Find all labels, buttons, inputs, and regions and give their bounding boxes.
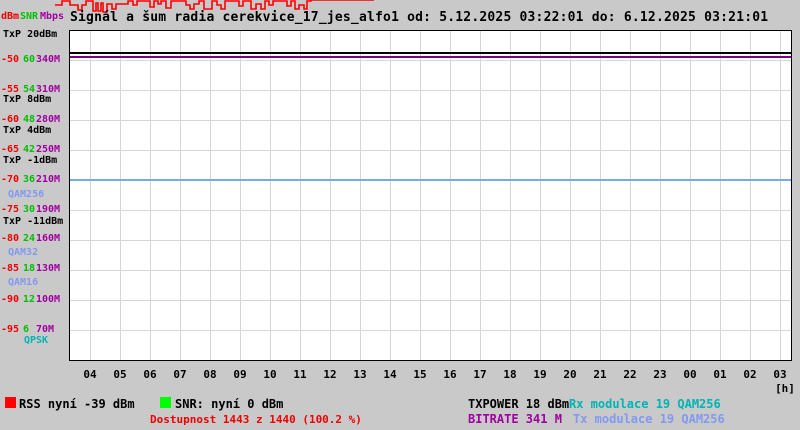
snr-legend-swatch (160, 397, 171, 408)
x-tick-hour: 11 (287, 369, 313, 380)
rss-legend-label: RSS nyní -39 dBm (19, 398, 135, 410)
x-tick-hour: 02 (737, 369, 763, 380)
x-tick-hour: 03 (767, 369, 793, 380)
x-tick-hour: 04 (77, 369, 103, 380)
x-tick-hour: 16 (437, 369, 463, 380)
x-tick-hour: 10 (257, 369, 283, 380)
x-tick-hour: 20 (557, 369, 583, 380)
tx-modulation-legend-label: Tx modulace 19 QAM256 (573, 413, 725, 425)
bitrate-legend-label: BITRATE 341 M (468, 413, 562, 425)
rx-modulation-legend-label: Rx modulace 19 QAM256 (569, 398, 721, 410)
x-tick-hour: 01 (707, 369, 733, 380)
x-tick-hour: 18 (497, 369, 523, 380)
x-tick-hour: 06 (137, 369, 163, 380)
x-tick-hour: 23 (647, 369, 673, 380)
x-tick-hour: 21 (587, 369, 613, 380)
x-tick-hour: 17 (467, 369, 493, 380)
txpower-legend-label: TXPOWER 18 dBm (468, 398, 569, 410)
x-axis-hour-unit: [h] (772, 383, 798, 394)
x-axis: 04 05 06 07 08 09 10 11 12 13 14 15 16 17 18 19 20 21 22 23… (0, 0, 800, 430)
x-tick-hour: 14 (377, 369, 403, 380)
x-tick-hour: 12 (317, 369, 343, 380)
x-tick-hour: 08 (197, 369, 223, 380)
x-tick-hour: 13 (347, 369, 373, 380)
monitoring-graph-screen: dBm SNR Mbps Signál a šum radia cerekvic… (0, 0, 800, 430)
x-tick-hour: 00 (677, 369, 703, 380)
rss-legend-swatch (5, 397, 16, 408)
x-tick-hour: 09 (227, 369, 253, 380)
availability-label: Dostupnost 1443 z 1440 (100.2 %) (150, 414, 362, 426)
x-tick-hour: 15 (407, 369, 433, 380)
x-tick-hour: 22 (617, 369, 643, 380)
x-tick-hour: 07 (167, 369, 193, 380)
x-tick-hour: 05 (107, 369, 133, 380)
x-tick-hour: 19 (527, 369, 553, 380)
snr-legend-label: SNR: nyní 0 dBm (175, 398, 283, 410)
